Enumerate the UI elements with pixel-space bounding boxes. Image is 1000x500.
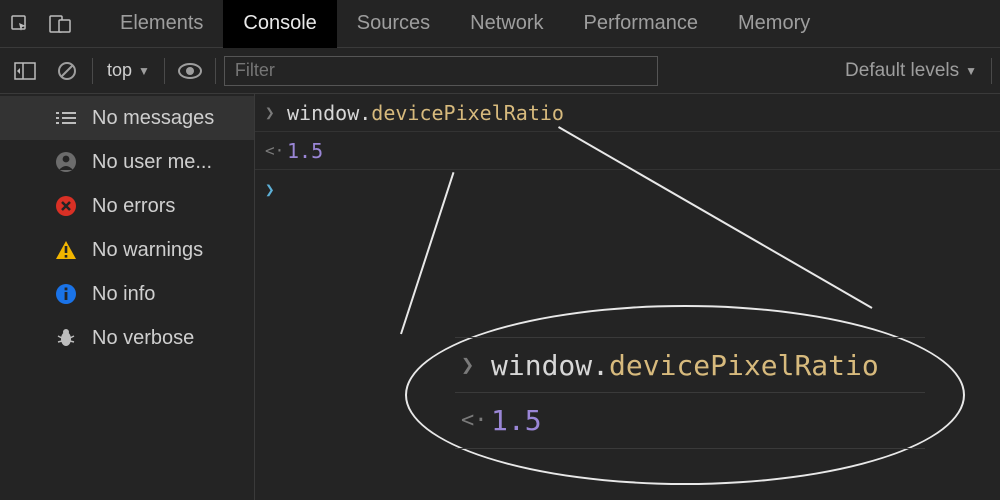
bug-icon [54, 328, 78, 348]
chevron-right-icon: ❯ [265, 103, 287, 122]
tab-memory[interactable]: Memory [718, 0, 830, 48]
tab-label: Memory [738, 12, 810, 35]
console-output[interactable]: ❯ window.devicePixelRatio <· 1.5 ❯ [255, 94, 1000, 500]
divider [991, 58, 992, 84]
tab-label: Performance [584, 12, 699, 35]
tab-label: Console [243, 12, 316, 35]
tab-sources[interactable]: Sources [337, 0, 450, 48]
tab-console[interactable]: Console [223, 0, 336, 48]
console-sidebar: No messages No user me... No errors No w… [0, 94, 255, 500]
chevron-down-icon: ▼ [138, 64, 150, 78]
tab-label: Elements [120, 12, 203, 35]
sidebar-item-label: No info [92, 283, 155, 306]
sidebar-item-label: No user me... [92, 151, 212, 174]
divider [92, 58, 93, 84]
console-output-row: <· 1.5 [255, 132, 1000, 170]
sidebar-item-verbose[interactable]: No verbose [0, 316, 254, 360]
code-property: devicePixelRatio [371, 101, 564, 125]
return-arrow-icon: <· [265, 141, 287, 160]
live-expression-icon[interactable] [173, 56, 207, 86]
divider [215, 58, 216, 84]
device-toolbar-icon[interactable] [40, 0, 80, 48]
tab-label: Network [470, 12, 543, 35]
divider [164, 58, 165, 84]
inspect-element-icon[interactable] [0, 0, 40, 48]
tab-label: Sources [357, 12, 430, 35]
context-selector[interactable]: top ▼ [101, 60, 156, 81]
devtools-tabs: Elements Console Sources Network Perform… [0, 0, 1000, 48]
code-number: 1.5 [287, 139, 323, 163]
code-object: window [287, 101, 359, 125]
sidebar-item-info[interactable]: No info [0, 272, 254, 316]
sidebar-item-label: No verbose [92, 327, 194, 350]
tab-network[interactable]: Network [450, 0, 563, 48]
levels-label: Default levels [845, 60, 959, 82]
toggle-sidebar-icon[interactable] [8, 56, 42, 86]
sidebar-item-messages[interactable]: No messages [0, 96, 254, 140]
list-icon [54, 111, 78, 125]
tab-performance[interactable]: Performance [564, 0, 719, 48]
console-main: No messages No user me... No errors No w… [0, 94, 1000, 500]
console-input-row: ❯ window.devicePixelRatio [255, 94, 1000, 132]
sidebar-item-warnings[interactable]: No warnings [0, 228, 254, 272]
prompt-chevron-icon: ❯ [265, 180, 287, 199]
error-icon [54, 196, 78, 216]
warning-icon [54, 240, 78, 260]
info-icon [54, 284, 78, 304]
filter-input[interactable] [224, 56, 658, 86]
clear-console-icon[interactable] [50, 56, 84, 86]
sidebar-item-label: No messages [92, 107, 214, 130]
user-icon [54, 152, 78, 172]
sidebar-item-user[interactable]: No user me... [0, 140, 254, 184]
log-levels-selector[interactable]: Default levels ▼ [839, 60, 983, 82]
tab-elements[interactable]: Elements [100, 0, 223, 48]
sidebar-item-label: No warnings [92, 239, 203, 262]
context-label: top [107, 60, 132, 81]
console-prompt-row[interactable]: ❯ [255, 170, 1000, 208]
sidebar-item-errors[interactable]: No errors [0, 184, 254, 228]
sidebar-item-label: No errors [92, 195, 175, 218]
chevron-down-icon: ▼ [965, 64, 977, 78]
console-toolbar: top ▼ Default levels ▼ [0, 48, 1000, 94]
